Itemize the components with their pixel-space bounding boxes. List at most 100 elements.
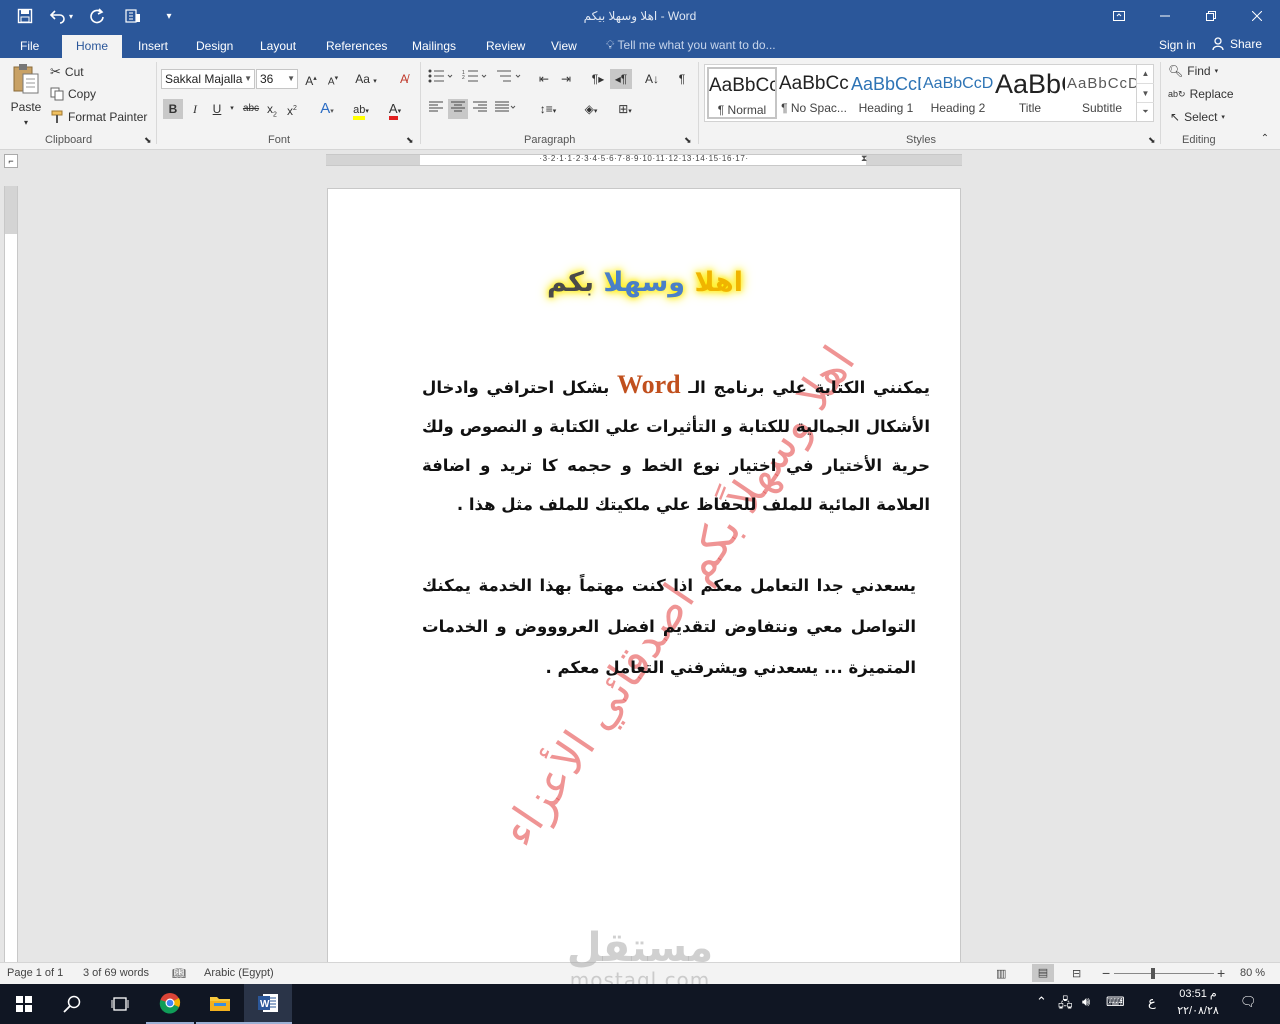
align-left-icon[interactable]	[426, 99, 446, 119]
decrease-indent-icon[interactable]: ⇤	[534, 69, 554, 89]
style-no-spacing[interactable]: AaBbCcDdEe ¶ No Spac...	[779, 67, 849, 119]
paragraph-2[interactable]: يسعدني جدا التعامل معكم اذا كنت مهتماً ب…	[422, 565, 916, 688]
paste-dropdown-icon[interactable]: ▾	[24, 118, 28, 127]
borders-icon[interactable]: ⊞▾	[610, 99, 640, 119]
justify-icon[interactable]	[492, 99, 520, 119]
document-page[interactable]: اهلا وسهلاً بكم اصدقائي الأعزاء اهلا وسه…	[327, 188, 961, 968]
superscript-icon[interactable]: x2	[284, 99, 300, 119]
input-language[interactable]: ع	[1148, 994, 1156, 1010]
highlight-icon[interactable]: ab▾	[346, 99, 376, 120]
tab-insert[interactable]: Insert	[124, 35, 182, 58]
style-normal[interactable]: AaBbCcDdEe ¶ Normal	[707, 67, 777, 119]
file-explorer-icon[interactable]	[196, 984, 244, 1024]
scroll-up-icon[interactable]: ▲	[1137, 64, 1154, 83]
document-title[interactable]: اهلا وسهلا بكم	[328, 267, 960, 298]
align-right-icon[interactable]	[470, 99, 490, 119]
strikethrough-icon[interactable]: abc	[240, 99, 262, 119]
paragraph-1[interactable]: يمكنني الكتابة علي برنامج الـ Word بشكل …	[422, 365, 930, 524]
replace-button[interactable]: ab↻ Replace	[1168, 87, 1234, 101]
style-heading-2[interactable]: AaBbCcDdEe Heading 2	[923, 67, 993, 119]
show-marks-icon[interactable]: ¶	[672, 69, 692, 89]
bold-icon[interactable]: B	[163, 99, 183, 119]
shading-icon[interactable]: ◈▾	[576, 99, 606, 119]
network-icon[interactable]: 🖧︎	[1058, 994, 1073, 1016]
task-view-icon[interactable]	[96, 984, 144, 1024]
style-subtitle[interactable]: AaBbCcDdEe Subtitle	[1067, 67, 1137, 119]
tab-home[interactable]: Home	[62, 35, 123, 58]
taskbar-clock[interactable]: 03:51 م ٢٢/٠٨/٢٨	[1170, 986, 1226, 1020]
indent-marker-icon[interactable]: ⧗	[861, 153, 867, 164]
ribbon-display-icon[interactable]	[1096, 0, 1142, 32]
copy-button[interactable]: Copy	[50, 87, 96, 101]
language-indicator[interactable]: Arabic (Egypt)	[204, 967, 274, 979]
sort-icon[interactable]: A↓	[642, 69, 662, 89]
clear-formatting-icon[interactable]: A̸	[394, 69, 414, 89]
page-count[interactable]: Page 1 of 1	[7, 967, 63, 979]
underline-icon[interactable]: U	[208, 99, 226, 119]
proofing-icon[interactable]: 📖︎	[172, 967, 186, 980]
tab-selector-icon[interactable]: ⌐	[4, 154, 18, 168]
change-case-icon[interactable]: Aa ▾	[352, 69, 380, 89]
styles-more-icon[interactable]: ⏷	[1137, 102, 1154, 120]
sign-in-link[interactable]: Sign in	[1159, 38, 1196, 52]
keyboard-icon[interactable]: ⌨	[1106, 994, 1125, 1010]
close-icon[interactable]	[1234, 0, 1280, 32]
font-launcher-icon[interactable]: ⬊	[406, 134, 414, 146]
tab-file[interactable]: File	[6, 35, 53, 58]
subscript-icon[interactable]: x2	[264, 99, 280, 119]
tab-layout[interactable]: Layout	[246, 35, 310, 58]
zoom-out-icon[interactable]: −	[1102, 965, 1110, 981]
format-painter-button[interactable]: Format Painter	[50, 110, 147, 124]
zoom-level[interactable]: 80 %	[1240, 967, 1265, 979]
word-count[interactable]: 3 of 69 words	[83, 967, 149, 979]
increase-indent-icon[interactable]: ⇥	[556, 69, 576, 89]
font-name-combo[interactable]: Sakkal Majalla ▼	[161, 69, 255, 89]
align-center-icon[interactable]	[448, 99, 468, 119]
find-button[interactable]: 🔍︎ Find ▾	[1168, 64, 1218, 78]
style-title[interactable]: AaBbCcDdEe Title	[995, 67, 1065, 119]
minimize-icon[interactable]	[1142, 0, 1188, 32]
tray-chevron-icon[interactable]: ⌃	[1036, 994, 1047, 1010]
rtl-direction-icon[interactable]: ◂¶	[610, 69, 632, 89]
grow-font-icon[interactable]: A▴	[302, 69, 320, 89]
text-effects-icon[interactable]: A▾	[316, 99, 338, 119]
zoom-slider[interactable]	[1114, 973, 1214, 974]
zoom-in-icon[interactable]: +	[1217, 965, 1225, 981]
tab-view[interactable]: View	[537, 35, 591, 58]
cut-button[interactable]: ✂ Cut	[50, 64, 84, 80]
line-spacing-icon[interactable]: ↕≡▾	[534, 99, 562, 119]
shrink-font-icon[interactable]: A▾	[324, 69, 342, 89]
paste-button[interactable]: Paste ▾	[8, 62, 44, 127]
numbering-icon[interactable]: 12	[460, 69, 490, 89]
volume-icon[interactable]: 🔊︎	[1082, 994, 1090, 1010]
tab-references[interactable]: References	[312, 35, 401, 58]
chrome-icon[interactable]	[146, 984, 194, 1024]
multilevel-list-icon[interactable]	[494, 69, 524, 89]
web-layout-icon[interactable]: ⊟	[1072, 967, 1081, 980]
share-button[interactable]: Share	[1212, 37, 1262, 51]
tab-mailings[interactable]: Mailings	[398, 35, 470, 58]
tab-design[interactable]: Design	[182, 35, 247, 58]
underline-dropdown-icon[interactable]: ▾	[228, 99, 236, 119]
print-layout-icon[interactable]: ▤	[1032, 964, 1054, 982]
tab-review[interactable]: Review	[472, 35, 539, 58]
clipboard-launcher-icon[interactable]: ⬊	[144, 134, 152, 146]
vertical-ruler[interactable]	[4, 186, 18, 962]
tell-me-box[interactable]: 💡︎ Tell me what you want to do...	[606, 38, 776, 53]
start-icon[interactable]	[0, 984, 48, 1024]
read-mode-icon[interactable]: ▥	[996, 967, 1006, 980]
style-heading-1[interactable]: AaBbCcDdEe Heading 1	[851, 67, 921, 119]
paragraph-launcher-icon[interactable]: ⬊	[684, 134, 692, 146]
italic-icon[interactable]: I	[186, 99, 204, 119]
search-icon[interactable]	[48, 984, 96, 1024]
styles-launcher-icon[interactable]: ⬊	[1148, 134, 1156, 146]
ltr-direction-icon[interactable]: ¶▸	[588, 69, 608, 89]
bullets-icon[interactable]	[426, 69, 456, 89]
font-size-combo[interactable]: 36 ▼	[256, 69, 298, 89]
word-icon[interactable]: W	[244, 984, 292, 1024]
select-button[interactable]: ↖ Select ▾	[1170, 110, 1225, 124]
scroll-down-icon[interactable]: ▼	[1137, 83, 1154, 102]
zoom-slider-thumb[interactable]	[1151, 968, 1155, 979]
restore-icon[interactable]	[1188, 0, 1234, 32]
collapse-ribbon-icon[interactable]: ⌃	[1258, 132, 1272, 146]
